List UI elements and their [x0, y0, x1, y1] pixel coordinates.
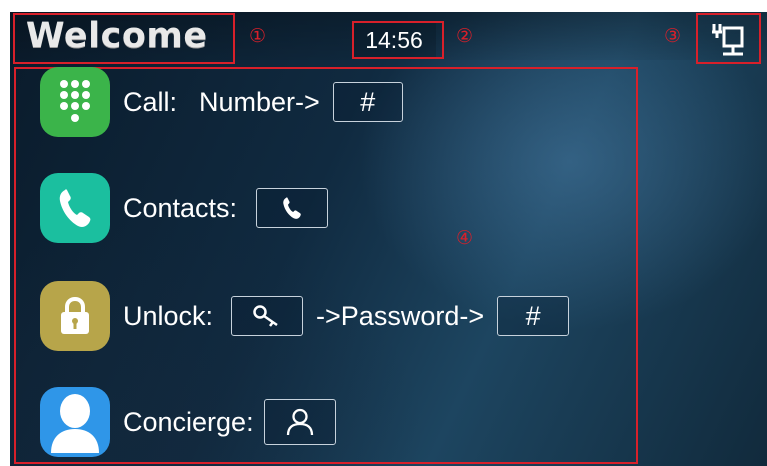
concierge-key-button[interactable]	[263, 399, 336, 445]
hash-key-button[interactable]: #	[332, 82, 403, 122]
concierge-row: Concierge:	[40, 386, 336, 458]
annotation-box-1	[13, 13, 235, 64]
person-outline-icon	[286, 408, 313, 436]
phone-icon[interactable]	[40, 173, 110, 243]
key-button[interactable]	[231, 296, 304, 336]
person-icon[interactable]	[40, 387, 110, 457]
call-label: Call:	[123, 86, 178, 117]
key-icon	[253, 305, 278, 327]
call-row: Call: Number-> #	[40, 66, 403, 138]
padlock-icon[interactable]	[40, 281, 110, 351]
unlock-instruction: ->Password->	[316, 300, 485, 331]
hash-key-button-unlock[interactable]: #	[497, 296, 570, 336]
annotation-marker-1: ①	[249, 25, 267, 47]
contacts-key-button[interactable]	[256, 188, 329, 228]
unlock-row: Unlock: ->Password-> #	[40, 280, 570, 352]
dialpad-icon[interactable]	[40, 67, 110, 137]
phone-key-icon	[283, 197, 301, 219]
network-wired-icon[interactable]	[708, 20, 748, 60]
concierge-label: Concierge:	[123, 406, 254, 437]
annotation-marker-2: ②	[456, 25, 474, 47]
annotation-marker-3: ③	[664, 25, 682, 47]
annotation-marker-4: ④	[456, 227, 474, 249]
contacts-label: Contacts:	[123, 192, 238, 223]
contacts-row: Contacts:	[40, 172, 329, 244]
annotation-box-2	[352, 21, 444, 59]
unlock-label: Unlock:	[123, 300, 214, 331]
call-instruction: Number->	[199, 86, 320, 117]
